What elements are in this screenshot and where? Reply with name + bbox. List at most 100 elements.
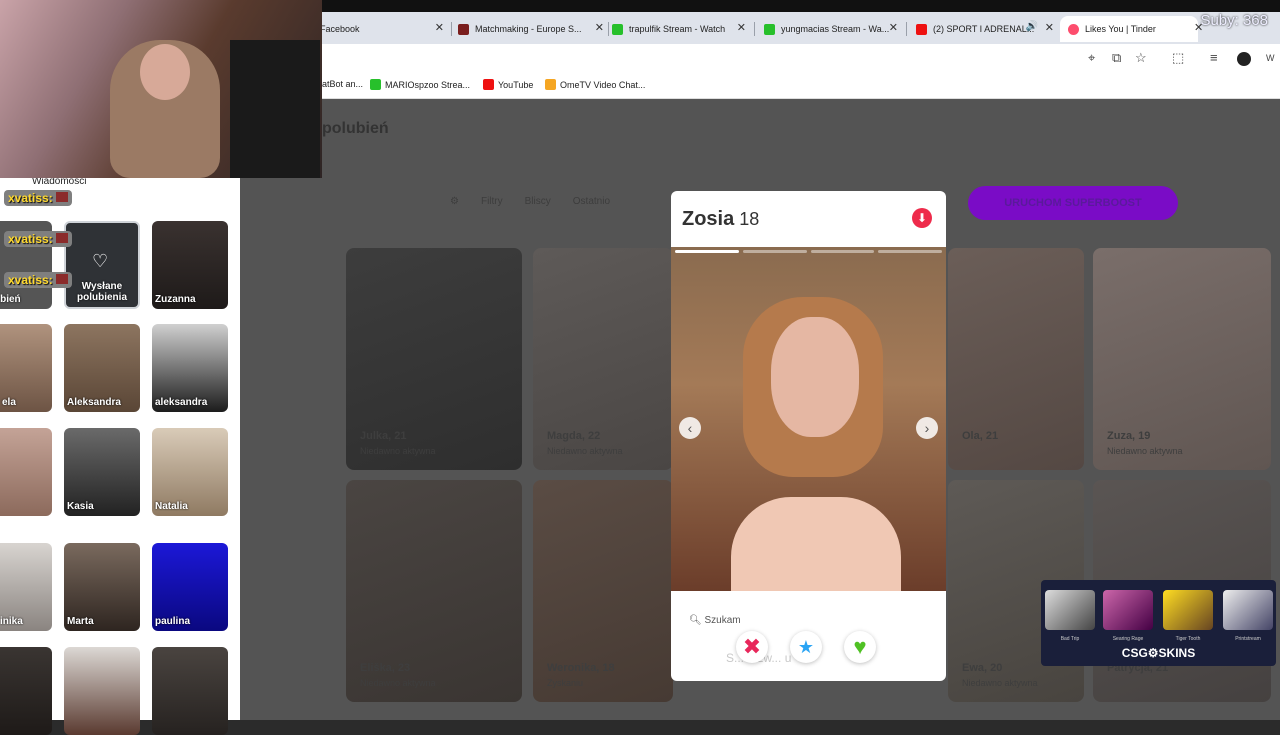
like-button[interactable]: ♥ xyxy=(844,631,876,663)
chat-message: xvatiss: xyxy=(4,190,73,206)
card-status: Niedawno aktywna xyxy=(547,446,623,456)
youtube-icon xyxy=(916,23,927,35)
skin-image xyxy=(1223,590,1273,630)
card-name: Ola, 21 xyxy=(962,430,999,442)
filter-chip[interactable]: Filtry xyxy=(481,196,503,207)
star-icon[interactable]: ☆ xyxy=(1135,50,1147,66)
like-card[interactable]: Julka, 21 Niedawno aktywna xyxy=(346,248,522,470)
profile-photo[interactable]: ‹ › xyxy=(671,247,946,591)
webcam-overlay xyxy=(0,0,322,178)
action-buttons: ✖ ★ ♥ xyxy=(736,631,876,663)
profile-thumb[interactable]: Kasia xyxy=(64,428,140,516)
profile-name: Zosia xyxy=(682,208,735,230)
tab-tinder[interactable]: Likes You | Tinder xyxy=(1060,16,1198,42)
youtube-icon xyxy=(483,79,494,90)
profile-thumb[interactable]: Zuzanna xyxy=(152,221,228,309)
nope-button[interactable]: ✖ xyxy=(736,631,768,663)
sent-likes-tile[interactable]: ♡ Wysłane polubienia xyxy=(64,221,140,309)
like-card[interactable]: Magda, 22 Niedawno aktywna xyxy=(533,248,673,470)
profile-thumb[interactable] xyxy=(152,647,228,735)
emote-icon xyxy=(56,274,69,284)
thumb-name: Zuzanna xyxy=(155,294,196,305)
chat-message: xvatiss: xyxy=(4,272,73,288)
tab-matchmaking[interactable]: Matchmaking - Europe S... ✕ xyxy=(458,16,604,42)
kick-icon xyxy=(370,79,381,90)
filter-icon[interactable]: ⚙ xyxy=(450,196,459,207)
close-icon[interactable]: ✕ xyxy=(737,21,746,34)
profile-thumb[interactable] xyxy=(64,647,140,735)
heart-icon: ♥ xyxy=(853,634,867,659)
bookmark-label: atBot an... xyxy=(322,79,364,89)
sent-likes-label: Wysłane polubienia xyxy=(77,281,127,303)
profile-thumb[interactable] xyxy=(0,647,52,735)
next-photo-button[interactable]: › xyxy=(916,417,938,439)
bookmark-item[interactable]: YouTube xyxy=(483,79,533,90)
profile-thumb[interactable]: aleksandra xyxy=(152,324,228,412)
superboost-button[interactable]: URUCHOM SUPERBOOST xyxy=(968,186,1178,220)
profile-header: Zosia 18 xyxy=(682,208,759,231)
superlike-button[interactable]: ★ xyxy=(790,631,822,663)
profile-thumb[interactable]: Aleksandra xyxy=(64,324,140,412)
like-card[interactable]: Eliška, 23 Niedawno aktywna xyxy=(346,480,522,702)
collapse-icon[interactable]: ⬇ xyxy=(912,208,932,228)
bookmarks-bar: atBot an... MARIOspzoo Strea... YouTube … xyxy=(320,74,1280,99)
profile-thumb[interactable]: Natalia xyxy=(152,428,228,516)
thumb-name: ela xyxy=(2,397,16,408)
profile-thumb[interactable]: paulina xyxy=(152,543,228,631)
profile-thumb[interactable] xyxy=(0,428,52,516)
close-icon[interactable]: ✕ xyxy=(595,21,604,34)
close-icon[interactable]: ✕ xyxy=(889,21,898,34)
address-bar[interactable]: ⌖ ⧉ ☆ ⬚ ≡ W xyxy=(320,44,1280,74)
page-title: polubień xyxy=(322,120,389,137)
skin-image xyxy=(1163,590,1213,630)
photo-progress-segment xyxy=(810,250,875,253)
prev-photo-button[interactable]: ‹ xyxy=(679,417,701,439)
extensions-icon[interactable]: ⬚ xyxy=(1172,50,1184,66)
subs-counter: Suby: 368 xyxy=(1200,12,1268,29)
background-shelf xyxy=(230,40,320,178)
profile-thumb[interactable]: inika xyxy=(0,543,52,631)
card-name: Eliška, 23 xyxy=(360,662,411,674)
close-icon[interactable]: ✕ xyxy=(1045,21,1054,34)
tab-trapulfik[interactable]: trapulfik Stream - Watch ✕ xyxy=(612,16,746,42)
location-icon[interactable]: ⌖ xyxy=(1088,50,1095,66)
card-name: Zuza, 19 xyxy=(1107,430,1151,442)
speaker-icon[interactable]: 🔊 xyxy=(1026,21,1038,32)
thumb-name: Kasia xyxy=(67,501,94,512)
bookmark-item[interactable]: MARIOspzoo Strea... xyxy=(370,79,470,90)
skin-image xyxy=(1045,590,1095,630)
bookmark-item[interactable]: atBot an... xyxy=(322,79,363,89)
install-icon[interactable]: ⧉ xyxy=(1112,50,1121,66)
like-card[interactable]: Ola, 21 xyxy=(948,248,1084,470)
photo-progress-segment xyxy=(878,250,942,253)
thumb-name: aleksandra xyxy=(155,397,208,408)
browser-tab-bar: Facebook ✕ Matchmaking - Europe S... ✕ t… xyxy=(320,12,1280,44)
profile-avatar[interactable] xyxy=(1237,52,1251,66)
search-row: 🔍︎ Szukam xyxy=(689,615,741,626)
profile-thumb[interactable]: ela xyxy=(0,324,52,412)
filter-chip[interactable]: Ostatnio xyxy=(573,196,610,207)
search-icon: 🔍︎ xyxy=(689,615,702,626)
thumb-name: Marta xyxy=(67,616,94,627)
tab-facebook[interactable]: Facebook ✕ xyxy=(320,16,444,42)
tab-sport[interactable]: (2) SPORT I ADRENAL... 🔊 ✕ xyxy=(916,16,1054,42)
bookmark-item[interactable]: OmeTV Video Chat... xyxy=(545,79,645,90)
tab-label: (2) SPORT I ADRENAL... xyxy=(933,24,1035,34)
card-status: Niedawno aktywna xyxy=(1107,446,1183,456)
emote-icon xyxy=(56,192,69,202)
kick-icon xyxy=(764,23,775,35)
like-card[interactable]: Zuza, 19 Niedawno aktywna xyxy=(1093,248,1271,470)
close-icon[interactable]: ✕ xyxy=(435,21,444,34)
profile-thumb[interactable]: Marta xyxy=(64,543,140,631)
skin-label: Bad Trip xyxy=(1060,636,1080,642)
menu-icon[interactable]: W xyxy=(1266,53,1275,63)
card-status: Niedawno aktywna xyxy=(360,446,436,456)
tab-label: Likes You | Tinder xyxy=(1085,24,1156,34)
media-icon[interactable]: ≡ xyxy=(1210,50,1218,65)
photo-progress xyxy=(675,250,942,253)
chat-message: xvatiss: xyxy=(4,231,73,247)
card-name: Weronika, 18 xyxy=(547,662,615,674)
filter-chip[interactable]: Bliscy xyxy=(525,196,551,207)
like-card[interactable]: Weronika, 18 Zyskaniu xyxy=(533,480,673,702)
tab-yungmacias[interactable]: yungmacias Stream - Wa... ✕ xyxy=(764,16,898,42)
